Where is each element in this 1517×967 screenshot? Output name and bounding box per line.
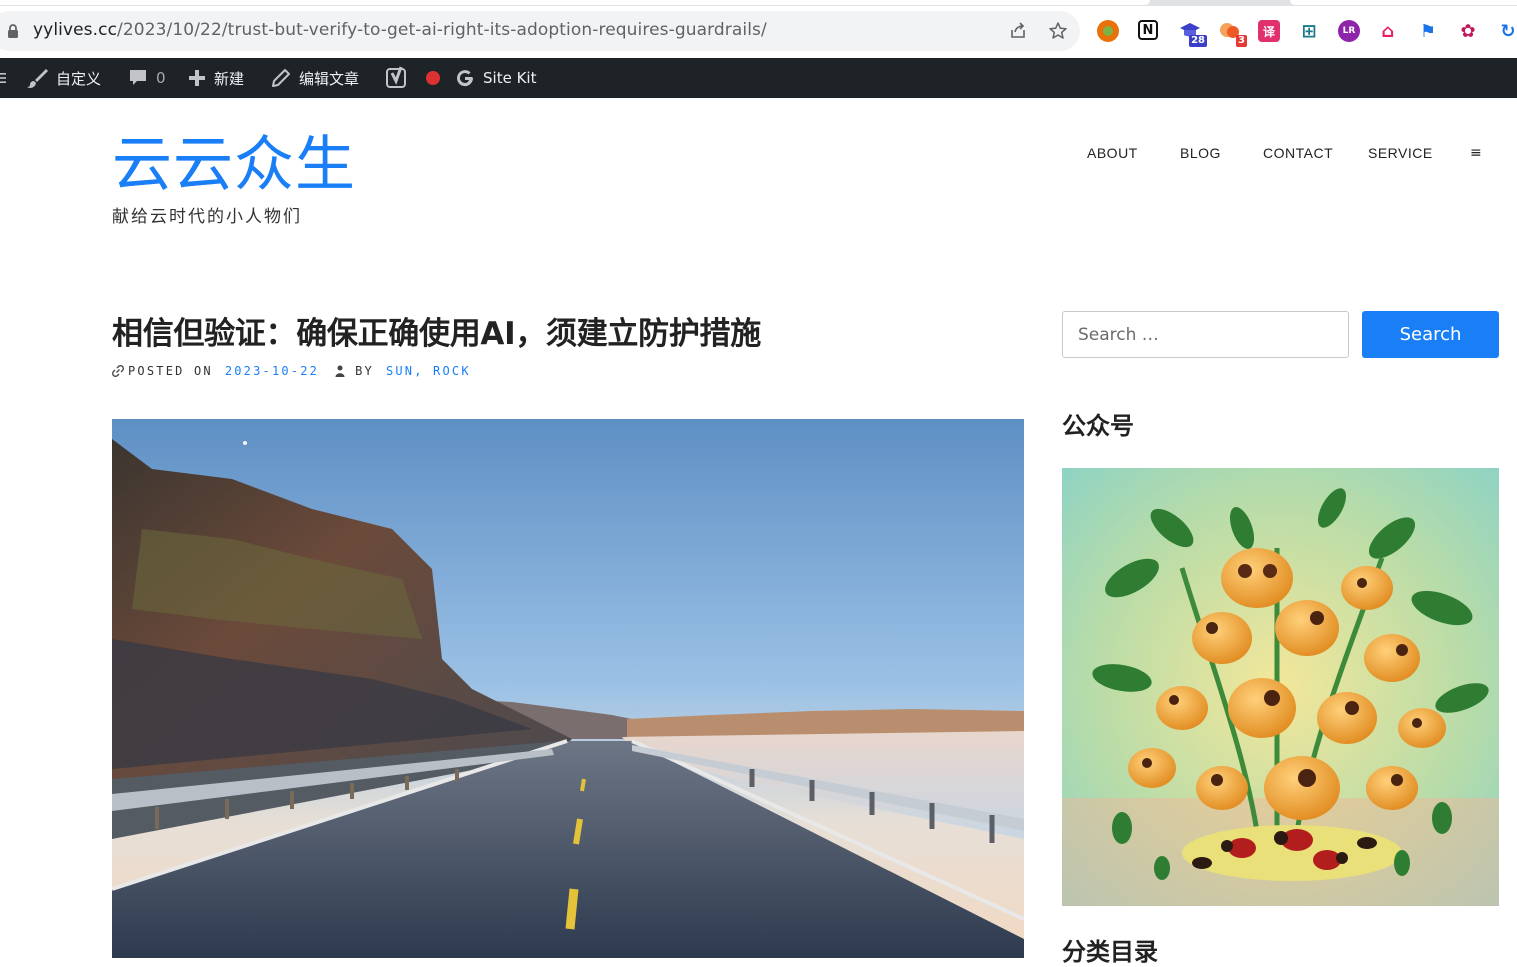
lock-icon[interactable] <box>7 24 19 38</box>
graduation-cap-icon[interactable]: 28 <box>1179 20 1207 47</box>
network-extension-icon[interactable]: ⊞ <box>1298 20 1320 42</box>
widget-title-categories: 分类目录 <box>1062 938 1158 966</box>
main-navigation: ABOUT BLOG CONTACT SERVICE ≡ <box>0 145 1517 165</box>
link-icon <box>112 365 124 377</box>
admin-edit-post[interactable]: 编辑文章 <box>271 58 359 98</box>
site-title[interactable]: 云云众生 <box>112 128 356 202</box>
edit-post-label: 编辑文章 <box>299 69 360 88</box>
translate-icon[interactable]: 译 <box>1258 20 1280 42</box>
menu-lines-icon <box>0 73 6 83</box>
seo-status-dot <box>426 71 440 85</box>
google-g-icon <box>457 70 474 87</box>
site-tagline: 献给云时代的小人物们 <box>112 207 302 227</box>
post-date-link[interactable]: 2023-10-22 <box>225 364 319 378</box>
badge-3: 3 <box>1236 35 1247 47</box>
bookmark-star-icon[interactable] <box>1048 21 1068 41</box>
nav-service[interactable]: SERVICE <box>1368 145 1433 161</box>
admin-comments[interactable]: 0 <box>128 58 166 98</box>
admin-yoast[interactable] <box>386 58 440 98</box>
admin-customize[interactable]: 自定义 <box>26 58 101 98</box>
paintbrush-icon <box>27 69 48 88</box>
inactive-tab[interactable] <box>1290 0 1517 5</box>
search-button[interactable]: Search <box>1362 311 1499 358</box>
search-input[interactable] <box>1062 311 1349 358</box>
nav-more-menu-icon[interactable]: ≡ <box>1470 145 1482 161</box>
openai-icon[interactable]: ✿ <box>1457 20 1479 42</box>
share-icon[interactable] <box>1008 21 1028 41</box>
hanger-icon[interactable]: ⌂ <box>1377 20 1399 42</box>
url-host: yylives.cc <box>33 20 118 40</box>
address-bar[interactable]: yylives.cc/2023/10/22/trust-but-verify-t… <box>0 11 1080 51</box>
admin-menu-toggle[interactable] <box>0 58 6 98</box>
lr-extension-icon[interactable]: LR <box>1338 20 1360 42</box>
sync-extension-icon[interactable]: ↻ <box>1497 20 1517 42</box>
customize-label: 自定义 <box>56 69 102 88</box>
nav-blog[interactable]: BLOG <box>1180 145 1221 161</box>
featured-image-road-cliff <box>112 419 1024 958</box>
notion-icon[interactable]: N <box>1138 20 1158 40</box>
comment-bubble-icon <box>130 70 146 85</box>
site-kit-label: Site Kit <box>483 69 537 87</box>
posted-on-label: POSTED ON <box>128 364 213 378</box>
comments-count: 0 <box>156 69 166 87</box>
widget-title-wechat: 公众号 <box>1062 412 1134 440</box>
badge-28: 28 <box>1189 35 1207 47</box>
url-text[interactable]: yylives.cc/2023/10/22/trust-but-verify-t… <box>33 20 767 40</box>
active-tab[interactable] <box>0 0 1150 5</box>
author-icon <box>335 365 345 377</box>
nav-about[interactable]: ABOUT <box>1087 145 1138 161</box>
url-path: /2023/10/22/trust-but-verify-to-get-ai-r… <box>117 20 767 40</box>
blob-extension-icon[interactable]: 3 <box>1219 20 1247 47</box>
flag-extension-icon[interactable]: ⚑ <box>1417 20 1439 42</box>
new-label: 新建 <box>214 69 245 88</box>
article-title: 相信但验证：确保正确使用AI，须建立防护措施 <box>112 316 761 352</box>
browser-toolbar: yylives.cc/2023/10/22/trust-but-verify-t… <box>0 6 1517 58</box>
pencil-icon <box>272 69 290 87</box>
plus-icon <box>189 70 205 86</box>
by-label: BY <box>355 364 374 378</box>
admin-new[interactable]: 新建 <box>188 58 244 98</box>
yoast-icon <box>386 66 406 88</box>
extension-circle-icon[interactable] <box>1097 20 1119 42</box>
admin-site-kit[interactable]: Site Kit <box>455 58 536 98</box>
author-link[interactable]: SUN, ROCK <box>386 364 471 378</box>
nav-contact[interactable]: CONTACT <box>1263 145 1333 161</box>
wp-admin-bar: 自定义 0 新建 编辑文章 Site Kit <box>0 58 1517 98</box>
entry-meta: POSTED ON 2023-10-22 BY SUN, ROCK <box>112 362 471 380</box>
wechat-qr-illustration-ants[interactable] <box>1062 468 1499 906</box>
